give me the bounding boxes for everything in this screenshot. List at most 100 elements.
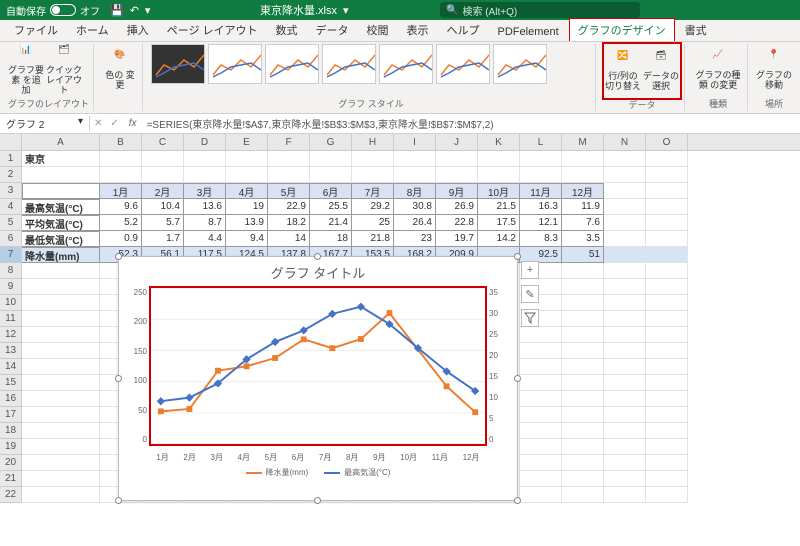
cell-A7[interactable]: 降水量(mm) xyxy=(22,247,100,263)
tab-home[interactable]: ホーム xyxy=(68,19,117,41)
column-header-A[interactable]: A xyxy=(22,134,100,150)
save-icon[interactable]: 💾 xyxy=(110,4,124,17)
row-header-14[interactable]: 14 xyxy=(0,359,22,375)
cell-L22[interactable] xyxy=(520,487,562,503)
cell-M12[interactable] xyxy=(562,327,604,343)
chart-title[interactable]: グラフ タイトル xyxy=(119,257,517,284)
cell-N3[interactable] xyxy=(604,183,646,199)
tab-pdfelement[interactable]: PDFelement xyxy=(490,23,567,41)
row-header-2[interactable]: 2 xyxy=(0,167,22,183)
tab-file[interactable]: ファイル xyxy=(6,19,66,41)
cell-F6[interactable]: 14 xyxy=(268,231,310,247)
cell-K3[interactable]: 10月 xyxy=(478,183,520,199)
cell-L20[interactable] xyxy=(520,455,562,471)
cell-L1[interactable] xyxy=(520,151,562,167)
cell-N13[interactable] xyxy=(604,343,646,359)
cell-L5[interactable]: 12.1 xyxy=(520,215,562,231)
cell-M18[interactable] xyxy=(562,423,604,439)
cell-B6[interactable]: 0.9 xyxy=(100,231,142,247)
cell-O16[interactable] xyxy=(646,391,688,407)
cell-J5[interactable]: 22.8 xyxy=(436,215,478,231)
column-header-G[interactable]: G xyxy=(310,134,352,150)
cell-N15[interactable] xyxy=(604,375,646,391)
cell-M8[interactable] xyxy=(562,263,604,279)
cell-A2[interactable] xyxy=(22,167,100,183)
cell-M21[interactable] xyxy=(562,471,604,487)
cell-J4[interactable]: 26.9 xyxy=(436,199,478,215)
cell-J6[interactable]: 19.7 xyxy=(436,231,478,247)
cell-M22[interactable] xyxy=(562,487,604,503)
cell-O21[interactable] xyxy=(646,471,688,487)
resize-handle-sw[interactable] xyxy=(115,497,122,504)
column-header-I[interactable]: I xyxy=(394,134,436,150)
worksheet[interactable]: ABCDEFGHIJKLMNO 123456789101112131415161… xyxy=(0,134,800,546)
cell-E3[interactable]: 4月 xyxy=(226,183,268,199)
cell-O22[interactable] xyxy=(646,487,688,503)
cell-L3[interactable]: 11月 xyxy=(520,183,562,199)
cell-A11[interactable] xyxy=(22,311,100,327)
cell-N17[interactable] xyxy=(604,407,646,423)
cell-N2[interactable] xyxy=(604,167,646,183)
cell-M3[interactable]: 12月 xyxy=(562,183,604,199)
autosave-switch-icon[interactable] xyxy=(50,4,76,16)
cell-D6[interactable]: 4.4 xyxy=(184,231,226,247)
chart-style-5[interactable] xyxy=(379,44,433,84)
change-colors-button[interactable]: 🎨色の 変更 xyxy=(102,44,138,96)
cell-N4[interactable] xyxy=(604,199,646,215)
cell-L4[interactable]: 16.3 xyxy=(520,199,562,215)
cell-O13[interactable] xyxy=(646,343,688,359)
cell-M19[interactable] xyxy=(562,439,604,455)
cell-F2[interactable] xyxy=(268,167,310,183)
tab-pagelayout[interactable]: ページ レイアウト xyxy=(159,19,266,41)
cell-E2[interactable] xyxy=(226,167,268,183)
row-header-5[interactable]: 5 xyxy=(0,215,22,231)
autosave-toggle[interactable]: 自動保存 オフ xyxy=(6,3,100,18)
cell-A19[interactable] xyxy=(22,439,100,455)
tab-data[interactable]: データ xyxy=(308,19,357,41)
row-header-8[interactable]: 8 xyxy=(0,263,22,279)
cell-A5[interactable]: 平均気温(°C) xyxy=(22,215,100,231)
cell-A12[interactable] xyxy=(22,327,100,343)
cell-C3[interactable]: 2月 xyxy=(142,183,184,199)
resize-handle-ne[interactable] xyxy=(514,253,521,260)
cell-C5[interactable]: 5.7 xyxy=(142,215,184,231)
chart-elements-button[interactable]: + xyxy=(521,261,539,279)
column-header-J[interactable]: J xyxy=(436,134,478,150)
cell-N22[interactable] xyxy=(604,487,646,503)
formula-input[interactable]: =SERIES(東京降水量!$A$7,東京降水量!$B$3:$M$3,東京降水量… xyxy=(143,116,800,131)
cell-M6[interactable]: 3.5 xyxy=(562,231,604,247)
cell-B2[interactable] xyxy=(100,167,142,183)
chart-style-3[interactable] xyxy=(265,44,319,84)
cell-B5[interactable]: 5.2 xyxy=(100,215,142,231)
cell-G3[interactable]: 6月 xyxy=(310,183,352,199)
cell-G2[interactable] xyxy=(310,167,352,183)
resize-handle-n[interactable] xyxy=(314,253,321,260)
cell-J3[interactable]: 9月 xyxy=(436,183,478,199)
cell-D1[interactable] xyxy=(184,151,226,167)
cell-L17[interactable] xyxy=(520,407,562,423)
cell-A9[interactable] xyxy=(22,279,100,295)
cell-L2[interactable] xyxy=(520,167,562,183)
column-header-O[interactable]: O xyxy=(646,134,688,150)
cell-E1[interactable] xyxy=(226,151,268,167)
cell-A17[interactable] xyxy=(22,407,100,423)
resize-handle-e[interactable] xyxy=(514,375,521,382)
cell-F4[interactable]: 22.9 xyxy=(268,199,310,215)
chart-style-4[interactable] xyxy=(322,44,376,84)
row-header-11[interactable]: 11 xyxy=(0,311,22,327)
switch-row-column-button[interactable]: 🔀行/列の 切り替え xyxy=(605,45,641,97)
cell-N18[interactable] xyxy=(604,423,646,439)
cell-N5[interactable] xyxy=(604,215,646,231)
cell-M1[interactable] xyxy=(562,151,604,167)
cell-I5[interactable]: 26.4 xyxy=(394,215,436,231)
cell-A15[interactable] xyxy=(22,375,100,391)
tab-help[interactable]: ヘルプ xyxy=(439,19,488,41)
cell-J2[interactable] xyxy=(436,167,478,183)
cell-O14[interactable] xyxy=(646,359,688,375)
cell-O15[interactable] xyxy=(646,375,688,391)
tab-format[interactable]: 書式 xyxy=(677,19,715,41)
cell-M7[interactable]: 51 xyxy=(562,247,604,263)
resize-handle-nw[interactable] xyxy=(115,253,122,260)
cell-O20[interactable] xyxy=(646,455,688,471)
column-header-L[interactable]: L xyxy=(520,134,562,150)
